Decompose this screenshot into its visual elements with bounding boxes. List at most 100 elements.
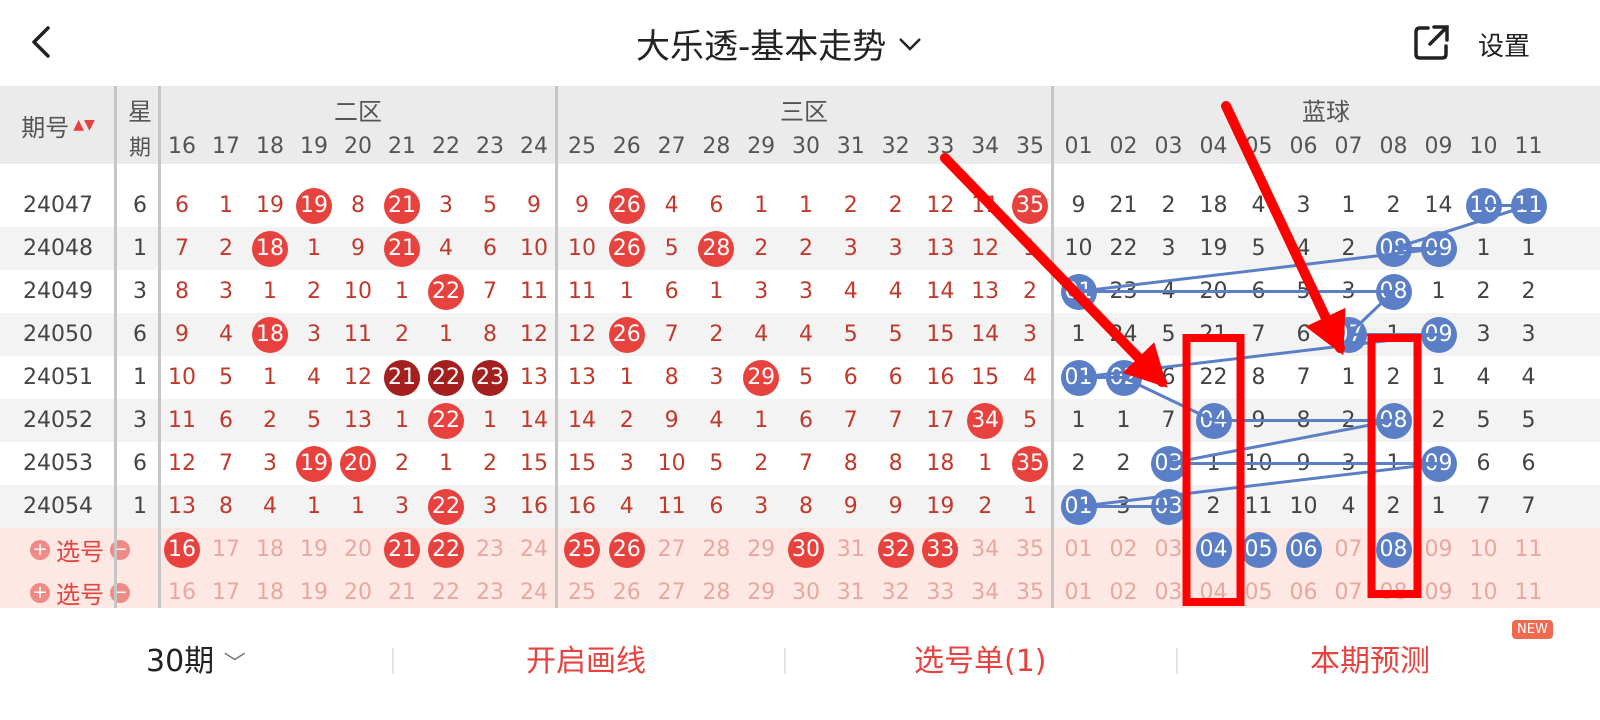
pick-number[interactable]: 02 (1101, 528, 1146, 571)
pick-number[interactable]: 01 (1056, 571, 1101, 608)
pick-number[interactable]: 28 (694, 571, 738, 608)
pick-number[interactable]: 33 (918, 528, 962, 571)
pick-number[interactable]: 33 (918, 571, 962, 608)
pick-number[interactable]: 09 (1416, 571, 1461, 608)
pick-number[interactable]: 22 (424, 571, 468, 608)
pick-number[interactable]: 29 (739, 571, 783, 608)
pick-number[interactable]: 09 (1416, 528, 1461, 571)
pick-number[interactable]: 05 (1236, 528, 1281, 571)
red-ball: 29 (743, 359, 780, 396)
pick-number[interactable]: 21 (380, 528, 424, 571)
pick-number[interactable]: 30 (784, 571, 828, 608)
plus-icon[interactable]: + (30, 539, 50, 560)
pick-number[interactable]: 20 (336, 571, 380, 608)
pick-list-button[interactable]: 选号单(1) (914, 636, 1047, 680)
selected-red-ball[interactable]: 22 (428, 531, 464, 568)
pick-number[interactable]: 17 (204, 571, 248, 608)
pick-number[interactable]: 11 (1506, 528, 1551, 571)
pick-number[interactable]: 08 (1371, 528, 1416, 571)
minus-icon[interactable]: − (110, 582, 130, 603)
pick-number[interactable]: 26 (605, 528, 649, 571)
pick-number[interactable]: 06 (1281, 528, 1326, 571)
pick-number[interactable]: 27 (650, 571, 694, 608)
pick-number[interactable]: 03 (1146, 571, 1191, 608)
selected-blue-ball[interactable]: 05 (1240, 531, 1277, 568)
table-header: 期号 ▲▼ 星 期 二区 三区 蓝球 16 17 18 19 20 21 22 23 24 25 26… (0, 86, 1600, 164)
miss-count: 15 (971, 365, 1000, 390)
period-selector[interactable]: 30期 ﹀ (146, 636, 246, 680)
pick-number[interactable]: 04 (1191, 528, 1236, 571)
pick-number[interactable]: 10 (1461, 528, 1506, 571)
back-arrow-icon[interactable] (22, 22, 62, 62)
pick-number[interactable]: 16 (160, 528, 204, 571)
pick-number[interactable]: 11 (1506, 571, 1551, 608)
pick-number[interactable]: 22 (424, 528, 468, 571)
pick-number[interactable]: 31 (829, 528, 873, 571)
pick-number[interactable]: 23 (468, 571, 512, 608)
selected-blue-ball[interactable]: 06 (1285, 531, 1322, 568)
pick-number[interactable]: 21 (380, 571, 424, 608)
issue-number: 24050 (23, 322, 93, 347)
pick-number[interactable]: 27 (650, 528, 694, 571)
divider-line (114, 86, 117, 608)
pick-number[interactable]: 35 (1008, 528, 1052, 571)
pick-number[interactable]: 31 (829, 571, 873, 608)
selected-red-ball[interactable]: 33 (922, 531, 959, 568)
pick-number[interactable]: 06 (1281, 571, 1326, 608)
pick-number[interactable]: 10 (1461, 571, 1506, 608)
miss-count: 9 (843, 494, 858, 519)
pick-number[interactable]: 18 (248, 571, 292, 608)
pick-number[interactable]: 05 (1236, 571, 1281, 608)
selected-red-ball[interactable]: 32 (877, 531, 914, 568)
pick-number[interactable]: 32 (874, 571, 918, 608)
plus-icon[interactable]: + (30, 582, 50, 603)
pick-number[interactable]: 01 (1056, 528, 1101, 571)
pick-number[interactable]: 18 (248, 528, 292, 571)
title-dropdown[interactable]: 大乐透-基本走势 (636, 18, 924, 68)
pick-number[interactable]: 02 (1101, 571, 1146, 608)
pick-number[interactable]: 25 (560, 528, 604, 571)
selected-red-ball[interactable]: 30 (788, 531, 824, 568)
selected-red-ball[interactable]: 25 (564, 531, 600, 568)
pick-number[interactable]: 03 (1146, 528, 1191, 571)
hit-ball: 22 (424, 270, 468, 313)
issue-header[interactable]: 期号 ▲▼ (0, 86, 116, 164)
pick-number[interactable]: 24 (512, 528, 556, 571)
pick-number[interactable]: 07 (1326, 528, 1371, 571)
hit-ball: 04 (1191, 399, 1236, 442)
pick-number[interactable]: 24 (512, 571, 556, 608)
pick-number[interactable]: 19 (292, 571, 336, 608)
pick-number[interactable]: 17 (204, 528, 248, 571)
pick-number[interactable]: 28 (694, 528, 738, 571)
pick-number[interactable]: 23 (468, 528, 512, 571)
predict-button[interactable]: 本期预测 (1310, 636, 1430, 680)
pick-number[interactable]: 35 (1008, 571, 1052, 608)
selected-red-ball[interactable]: 26 (608, 531, 645, 568)
pick-number[interactable]: 19 (292, 528, 336, 571)
pick-number[interactable]: 25 (560, 571, 604, 608)
pick-number[interactable]: 26 (605, 571, 649, 608)
miss-count: 11 (657, 494, 686, 519)
miss-count: 8 (219, 494, 233, 519)
pick-number[interactable]: 16 (160, 571, 204, 608)
hit-ball: 19 (292, 442, 336, 485)
selected-red-ball[interactable]: 16 (164, 531, 200, 568)
pick-number[interactable]: 20 (336, 528, 380, 571)
blue-ball: 09 (1420, 445, 1457, 482)
minus-icon[interactable]: − (110, 539, 130, 560)
pick-number[interactable]: 04 (1191, 571, 1236, 608)
selected-red-ball[interactable]: 21 (384, 531, 420, 568)
pick-number[interactable]: 34 (963, 571, 1007, 608)
settings-button[interactable]: 设置 (1478, 26, 1530, 63)
issue-number: 24052 (23, 408, 93, 433)
pick-number[interactable]: 29 (739, 528, 783, 571)
pick-number[interactable]: 32 (874, 528, 918, 571)
pick-number[interactable]: 08 (1371, 571, 1416, 608)
selected-blue-ball[interactable]: 04 (1195, 531, 1232, 568)
pick-number[interactable]: 30 (784, 528, 828, 571)
pick-number[interactable]: 34 (963, 528, 1007, 571)
draw-lines-button[interactable]: 开启画线 (526, 636, 646, 680)
selected-blue-ball[interactable]: 08 (1375, 531, 1412, 568)
share-icon[interactable] (1410, 22, 1452, 64)
pick-number[interactable]: 07 (1326, 571, 1371, 608)
